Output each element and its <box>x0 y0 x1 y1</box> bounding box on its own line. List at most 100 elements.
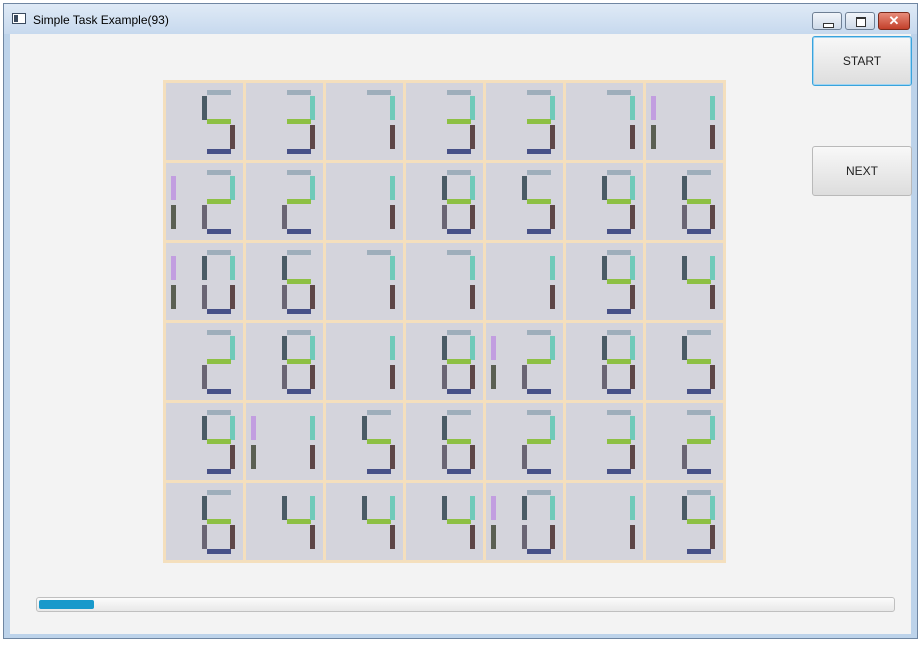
tens-one-segment <box>171 205 176 229</box>
digit-segment-e <box>442 365 447 389</box>
digit-segment-d <box>527 549 551 554</box>
digit-segment-a <box>527 330 551 335</box>
digit-segment-e <box>282 365 287 389</box>
digit-cell-r3-c4 <box>406 243 483 320</box>
digit-segment-f <box>442 496 447 520</box>
digit-segment-f <box>682 336 687 360</box>
digit-segment-b <box>550 96 555 120</box>
digit-segment-g <box>287 279 311 284</box>
digit-segment-c <box>710 125 715 149</box>
digit-segment-a <box>527 90 551 95</box>
digit-segment-a <box>287 330 311 335</box>
digit-segment-f <box>202 96 207 120</box>
minimize-button[interactable] <box>812 12 842 30</box>
digit-cell-r3-c3 <box>326 243 403 320</box>
digit-segment-c <box>710 285 715 309</box>
digit-segment-c <box>230 125 235 149</box>
progress-bar <box>36 597 895 612</box>
digit-cell-r1-c7 <box>646 83 723 160</box>
digit-segment-a <box>287 90 311 95</box>
digit-segment-a <box>207 490 231 495</box>
digit-segment-b <box>710 416 715 440</box>
digit-segment-a <box>447 170 471 175</box>
digit-cell-r3-c1 <box>166 243 243 320</box>
close-button[interactable]: ✕ <box>878 12 910 30</box>
digit-segment-e <box>522 445 527 469</box>
digit-cell-r1-c4 <box>406 83 483 160</box>
tens-one-segment <box>491 496 496 520</box>
digit-segment-a <box>367 410 391 415</box>
digit-segment-a <box>447 330 471 335</box>
client-area: START NEXT <box>10 34 912 634</box>
digit-segment-e <box>522 525 527 549</box>
digit-segment-b <box>550 496 555 520</box>
digit-cell-r3-c5 <box>486 243 563 320</box>
digit-segment-f <box>282 496 287 520</box>
digit-cell-r5-c5 <box>486 403 563 480</box>
digit-segment-g <box>527 119 551 124</box>
start-button[interactable]: START <box>812 36 912 86</box>
digit-cell-r4-c7 <box>646 323 723 400</box>
digit-segment-c <box>470 125 475 149</box>
digit-segment-b <box>230 176 235 200</box>
digit-segment-b <box>390 176 395 200</box>
digit-segment-f <box>602 176 607 200</box>
digit-segment-f <box>282 336 287 360</box>
digit-segment-f <box>362 416 367 440</box>
digit-segment-b <box>630 256 635 280</box>
tens-one-segment <box>171 285 176 309</box>
digit-segment-d <box>207 469 231 474</box>
digit-segment-e <box>202 205 207 229</box>
digit-segment-b <box>310 336 315 360</box>
digit-segment-d <box>447 229 471 234</box>
digit-segment-b <box>390 496 395 520</box>
digit-cell-r4-c4 <box>406 323 483 400</box>
digit-grid <box>163 80 726 563</box>
digit-segment-d <box>287 389 311 394</box>
digit-segment-a <box>687 170 711 175</box>
digit-segment-d <box>607 469 631 474</box>
digit-segment-b <box>390 336 395 360</box>
digit-segment-c <box>630 125 635 149</box>
digit-segment-g <box>527 359 551 364</box>
digit-segment-c <box>310 525 315 549</box>
digit-segment-g <box>447 199 471 204</box>
digit-segment-b <box>550 256 555 280</box>
digit-segment-e <box>282 285 287 309</box>
digit-segment-d <box>527 469 551 474</box>
digit-segment-a <box>447 250 471 255</box>
digit-segment-a <box>207 410 231 415</box>
digit-cell-r6-c6 <box>566 483 643 560</box>
digit-segment-d <box>287 149 311 154</box>
digit-cell-r3-c7 <box>646 243 723 320</box>
digit-segment-d <box>527 229 551 234</box>
digit-cell-r3-c6 <box>566 243 643 320</box>
digit-segment-b <box>230 336 235 360</box>
next-button[interactable]: NEXT <box>812 146 912 196</box>
digit-segment-b <box>630 336 635 360</box>
digit-segment-g <box>527 439 551 444</box>
digit-segment-d <box>287 309 311 314</box>
digit-segment-a <box>607 90 631 95</box>
digit-segment-d <box>527 149 551 154</box>
digit-segment-a <box>287 250 311 255</box>
digit-segment-b <box>470 496 475 520</box>
digit-segment-g <box>687 519 711 524</box>
digit-segment-a <box>527 410 551 415</box>
title-bar[interactable]: Simple Task Example(93) ✕ <box>4 4 917 34</box>
digit-cell-r4-c3 <box>326 323 403 400</box>
digit-segment-g <box>527 199 551 204</box>
digit-segment-d <box>207 389 231 394</box>
digit-segment-a <box>527 490 551 495</box>
digit-segment-f <box>362 496 367 520</box>
progress-fill <box>39 600 94 609</box>
digit-segment-b <box>310 176 315 200</box>
digit-segment-c <box>550 525 555 549</box>
digit-segment-g <box>207 119 231 124</box>
digit-segment-c <box>710 205 715 229</box>
digit-segment-g <box>287 119 311 124</box>
digit-segment-c <box>550 125 555 149</box>
digit-segment-a <box>527 170 551 175</box>
digit-segment-c <box>470 525 475 549</box>
maximize-button[interactable] <box>845 12 875 30</box>
